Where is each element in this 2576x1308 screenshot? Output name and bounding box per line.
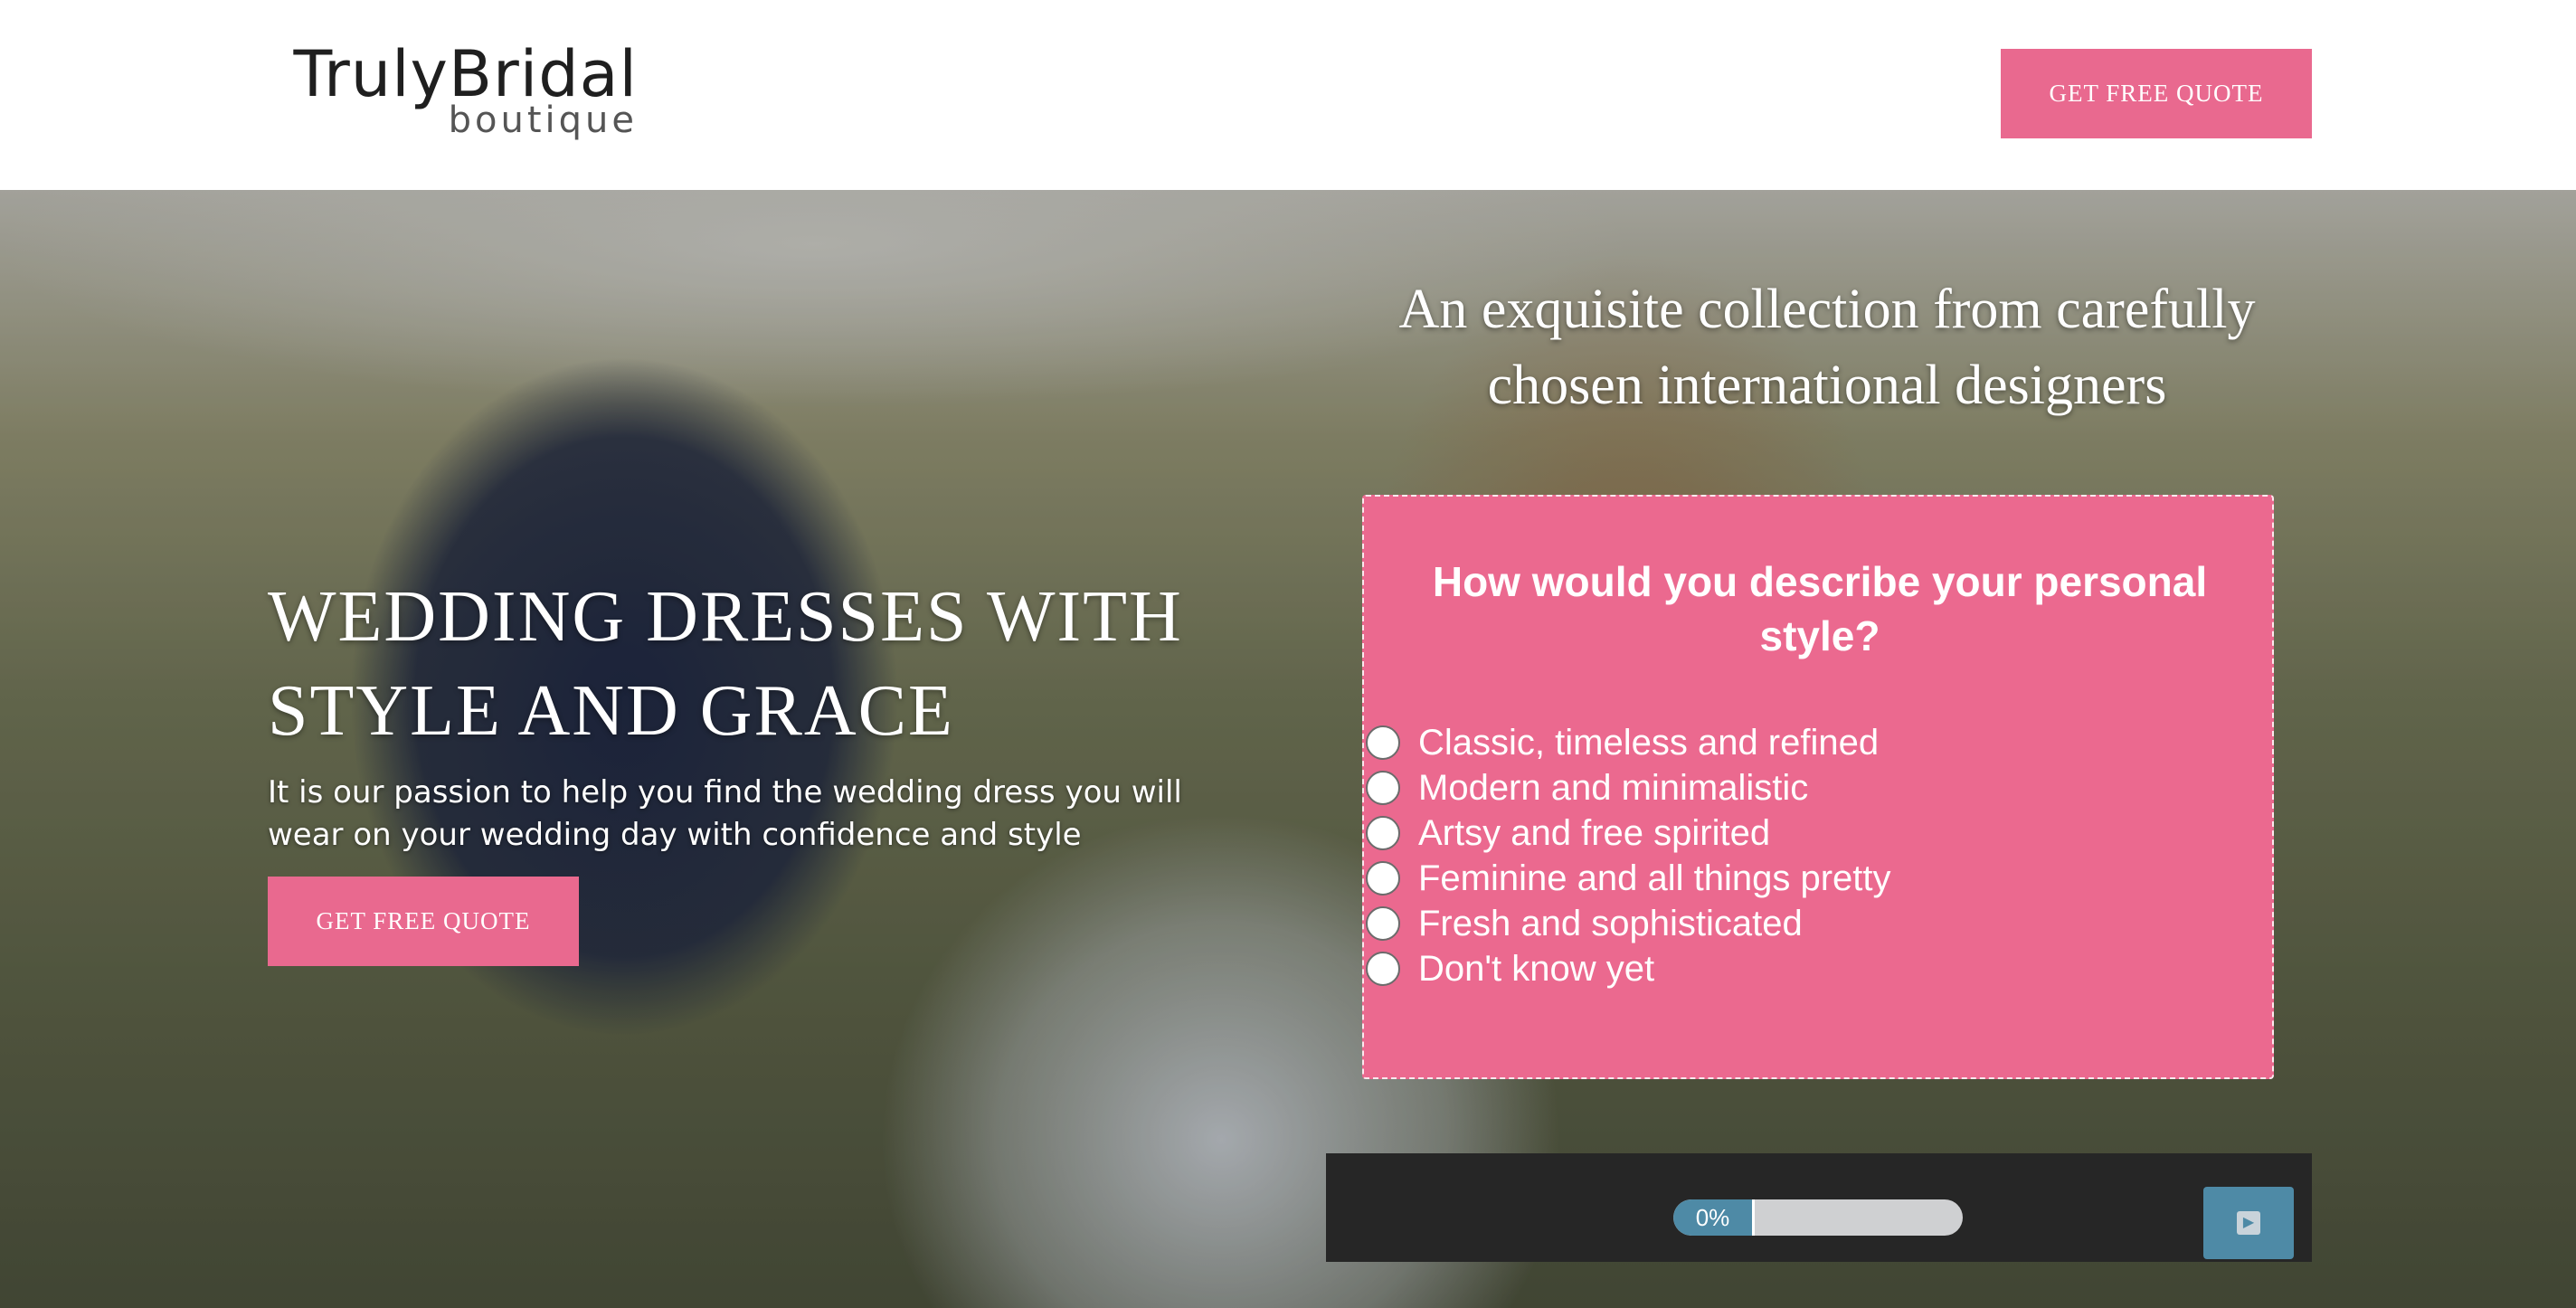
hero-get-quote-button[interactable]: GET FREE QUOTE: [268, 877, 579, 966]
quiz-option-label[interactable]: Don't know yet: [1418, 946, 1654, 991]
progress-percent: 0%: [1673, 1199, 1755, 1236]
quiz-option-label[interactable]: Classic, timeless and refined: [1418, 720, 1879, 765]
quiz-option-label[interactable]: Fresh and sophisticated: [1418, 901, 1803, 946]
radio-button[interactable]: [1366, 816, 1400, 850]
quiz-option[interactable]: Artsy and free spirited: [1364, 810, 2268, 856]
quiz-options: Classic, timeless and refined Modern and…: [1364, 720, 2268, 991]
logo[interactable]: TrulyBridal boutique: [293, 38, 638, 145]
radio-button[interactable]: [1366, 906, 1400, 941]
quiz-option[interactable]: Fresh and sophisticated: [1364, 901, 2268, 946]
quiz-option[interactable]: Classic, timeless and refined: [1364, 720, 2268, 765]
style-quiz-card: How would you describe your personal sty…: [1362, 495, 2274, 1079]
radio-button[interactable]: [1366, 861, 1400, 896]
next-button[interactable]: ▶: [2203, 1187, 2294, 1259]
quiz-option-label[interactable]: Modern and minimalistic: [1418, 765, 1808, 810]
quiz-option[interactable]: Feminine and all things pretty: [1364, 856, 2268, 901]
quiz-progress-bar: 0% ▶: [1326, 1153, 2312, 1262]
quiz-option-label[interactable]: Artsy and free spirited: [1418, 810, 1770, 856]
progress-track: 0%: [1673, 1199, 1963, 1236]
quiz-option-label[interactable]: Feminine and all things pretty: [1418, 856, 1891, 901]
header-get-quote-button[interactable]: GET FREE QUOTE: [2001, 49, 2312, 138]
radio-button[interactable]: [1366, 952, 1400, 986]
radio-button[interactable]: [1366, 771, 1400, 805]
hero-title: WEDDING DRESSES WITH STYLE AND GRACE: [268, 577, 1183, 751]
radio-button[interactable]: [1366, 725, 1400, 760]
play-icon: ▶: [2237, 1211, 2260, 1235]
hero-subtitle: It is our passion to help you find the w…: [268, 774, 1182, 853]
quiz-question: How would you describe your personal sty…: [1432, 558, 2208, 659]
hero-section: An exquisite collection from carefully c…: [0, 190, 2576, 1308]
logo-sub-text: boutique: [448, 100, 638, 141]
quiz-option[interactable]: Modern and minimalistic: [1364, 765, 2268, 810]
quiz-option[interactable]: Don't know yet: [1364, 946, 2268, 991]
hero-tagline: An exquisite collection from carefully c…: [1398, 279, 2256, 416]
site-header: TrulyBridal boutique GET FREE QUOTE: [0, 0, 2576, 190]
